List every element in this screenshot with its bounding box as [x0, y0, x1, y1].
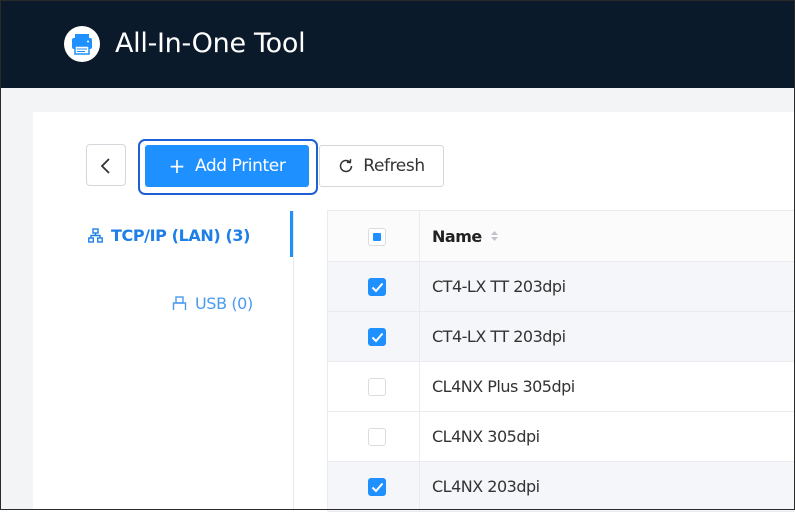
usb-icon [172, 296, 187, 310]
table-header-check-cell [328, 211, 420, 261]
sort-icon[interactable] [490, 227, 499, 246]
printer-name: CT4-LX TT 203dpi [432, 277, 566, 296]
printer-name: CL4NX 305dpi [432, 427, 540, 446]
sidebar-item-tcpip[interactable]: TCP/IP (LAN) (3) [88, 226, 250, 245]
row-checkbox[interactable] [368, 378, 386, 396]
printer-name: CL4NX Plus 305dpi [432, 377, 575, 396]
name-column-header[interactable]: Name [432, 211, 499, 261]
app-title: All-In-One Tool [115, 28, 306, 59]
table-row[interactable]: CL4NX 203dpi [328, 462, 795, 512]
sidebar-item-label: USB (0) [195, 294, 253, 313]
add-printer-button[interactable]: + Add Printer [145, 145, 309, 187]
refresh-label: Refresh [363, 156, 425, 176]
printer-name: CL4NX 203dpi [432, 477, 540, 496]
refresh-button[interactable]: Refresh [319, 145, 444, 187]
row-check-cell [328, 412, 420, 461]
printer-icon [64, 26, 100, 62]
name-header-label: Name [432, 226, 482, 246]
select-all-checkbox[interactable] [368, 228, 386, 246]
table-header-row: Name [328, 211, 795, 262]
sidebar-item-label: TCP/IP (LAN) (3) [111, 226, 250, 245]
row-checkbox[interactable] [368, 328, 386, 346]
table-row[interactable]: CT4-LX TT 203dpi [328, 262, 795, 312]
plus-icon: + [168, 154, 186, 178]
printer-name: CT4-LX TT 203dpi [432, 327, 566, 346]
row-checkbox[interactable] [368, 478, 386, 496]
row-checkbox[interactable] [368, 278, 386, 296]
sidebar-divider [293, 211, 294, 510]
table-row[interactable]: CL4NX 305dpi [328, 412, 795, 462]
chevron-left-icon [100, 158, 110, 174]
row-check-cell [328, 262, 420, 311]
app-header: All-In-One Tool [0, 0, 795, 88]
sidebar-item-usb[interactable]: USB (0) [172, 294, 253, 313]
refresh-icon [340, 159, 353, 173]
network-icon [88, 228, 103, 243]
add-printer-label: Add Printer [194, 156, 286, 176]
row-check-cell [328, 312, 420, 361]
row-check-cell [328, 362, 420, 411]
printer-table: Name CT4-LX TT 203dpi CT4-LX TT 203dpi C… [327, 210, 795, 512]
table-row[interactable]: CL4NX Plus 305dpi [328, 362, 795, 412]
row-checkbox[interactable] [368, 428, 386, 446]
row-check-cell [328, 462, 420, 511]
table-row[interactable]: CT4-LX TT 203dpi [328, 312, 795, 362]
back-button[interactable] [86, 144, 126, 186]
